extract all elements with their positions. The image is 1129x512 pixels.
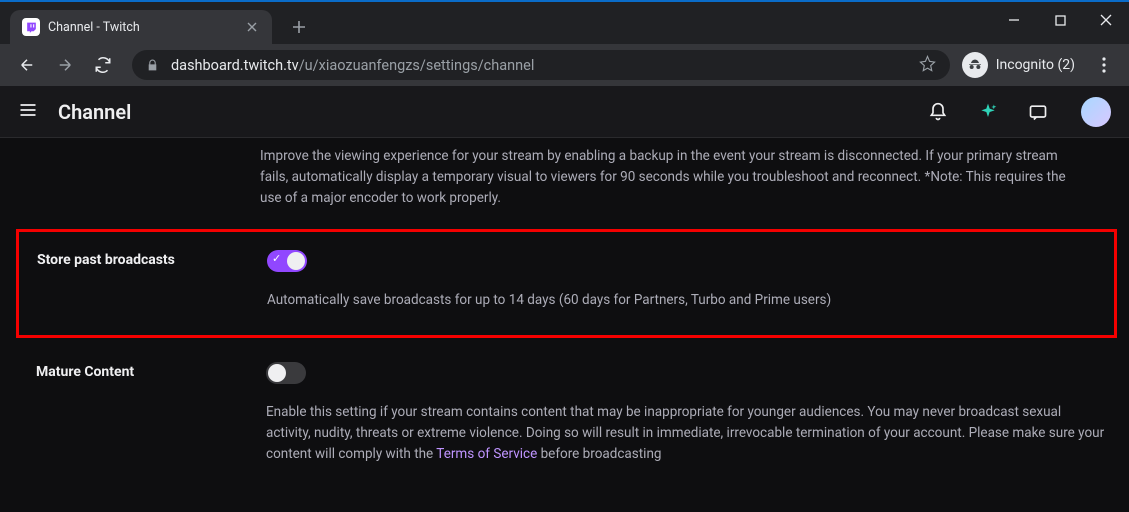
twitch-dashboard-header: Channel — [0, 86, 1129, 138]
terms-of-service-link[interactable]: Terms of Service — [436, 446, 537, 462]
store-past-broadcasts-row: Store past broadcasts Automatically save… — [37, 250, 1094, 311]
url-text: dashboard.twitch.tv/u/xiaozuanfengzs/set… — [171, 57, 534, 74]
tab-title: Channel - Twitch — [48, 20, 236, 35]
browser-urlbar: dashboard.twitch.tv/u/xiaozuanfengzs/set… — [0, 44, 1129, 86]
close-window-button[interactable] — [1083, 2, 1129, 38]
store-past-toggle[interactable] — [267, 250, 307, 272]
store-past-label: Store past broadcasts — [37, 250, 247, 311]
address-bar[interactable]: dashboard.twitch.tv/u/xiaozuanfengzs/set… — [132, 50, 950, 80]
notifications-bell-icon[interactable] — [923, 97, 953, 127]
page-title: Channel — [58, 100, 131, 124]
lock-icon — [146, 59, 159, 72]
back-button[interactable] — [10, 48, 44, 82]
backup-stream-description: Improve the viewing experience for your … — [0, 138, 1120, 219]
highlighted-setting: Store past broadcasts Automatically save… — [16, 229, 1117, 338]
incognito-icon — [962, 52, 988, 78]
mature-content-label: Mature Content — [36, 362, 246, 465]
close-tab-icon[interactable] — [244, 19, 260, 35]
mature-content-row: Mature Content Enable this setting if yo… — [0, 346, 1129, 481]
forward-button[interactable] — [48, 48, 82, 82]
mature-content-toggle[interactable] — [266, 362, 306, 384]
browser-titlebar: Channel - Twitch — [0, 0, 1129, 44]
browser-tab[interactable]: Channel - Twitch — [10, 10, 272, 44]
hamburger-menu-icon[interactable] — [18, 100, 38, 124]
settings-content: Improve the viewing experience for your … — [0, 138, 1129, 512]
twitch-favicon — [22, 18, 40, 36]
bookmark-star-icon[interactable] — [919, 55, 936, 76]
whispers-chat-icon[interactable] — [1023, 97, 1053, 127]
user-avatar[interactable] — [1081, 97, 1111, 127]
minimize-button[interactable] — [991, 2, 1037, 38]
sparkle-icon[interactable] — [973, 97, 1003, 127]
maximize-button[interactable] — [1037, 2, 1083, 38]
reload-button[interactable] — [86, 48, 120, 82]
incognito-indicator[interactable]: Incognito (2) — [962, 52, 1085, 78]
store-past-description: Automatically save broadcasts for up to … — [267, 290, 1094, 311]
browser-menu-button[interactable] — [1089, 57, 1119, 73]
mature-content-description: Enable this setting if your stream conta… — [266, 402, 1109, 465]
window-controls — [991, 2, 1129, 38]
new-tab-button[interactable] — [286, 14, 312, 40]
incognito-label: Incognito (2) — [996, 57, 1075, 73]
